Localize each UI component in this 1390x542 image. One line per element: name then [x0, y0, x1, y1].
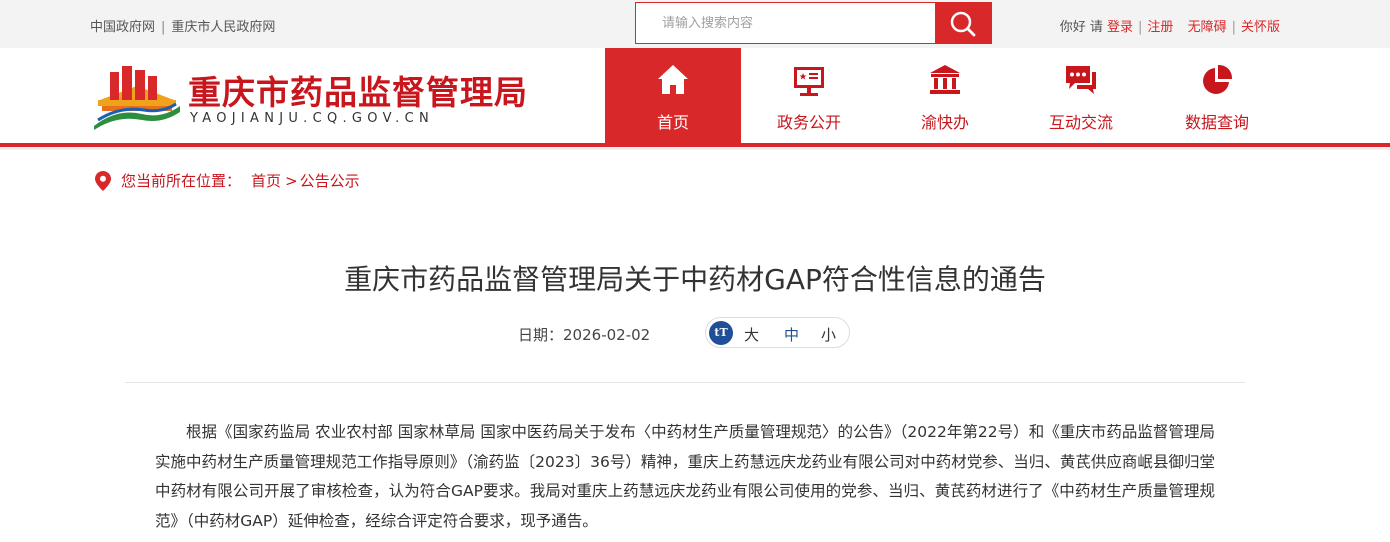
user-links: 你好 请 登录 | 注册 无障碍 | 关怀版 — [1060, 16, 1280, 35]
divider: | — [1138, 20, 1143, 35]
site-domain: YAOJIANJU.CQ.GOV.CN — [190, 111, 434, 126]
nav-item-gov-affairs[interactable]: 政务公开 — [741, 48, 877, 143]
nav-label: 数据查询 — [1184, 113, 1249, 132]
font-size-switcher: tT 大 中 小 — [705, 317, 850, 348]
divider — [1178, 20, 1182, 35]
breadcrumb: 您当前所在位置： 首页 > 公告公示 — [95, 170, 360, 191]
login-link[interactable]: 登录 — [1107, 20, 1133, 35]
top-bar: 中国政府网 | 重庆市人民政府网 你好 请 登录 | 注册 无障碍 | 关怀版 — [0, 0, 1390, 48]
main-nav: 首页 政务公开 渝快办 互动交流 数据查询 — [605, 48, 1285, 143]
accessibility-link[interactable]: 无障碍 — [1188, 20, 1227, 35]
nav-label: 互动交流 — [1048, 113, 1113, 132]
greeting: 你好 — [1059, 20, 1086, 35]
link-chongqing-gov[interactable]: 重庆市人民政府网 — [171, 20, 275, 35]
divider: | — [1231, 20, 1236, 35]
link-separator: | — [161, 20, 166, 35]
search-input[interactable] — [636, 3, 936, 43]
nav-label: 政务公开 — [776, 113, 841, 132]
site-header: 重庆市药品监督管理局 YAOJIANJU.CQ.GOV.CN 首页 政务公开 渝… — [0, 48, 1390, 143]
article-body: 根据《国家药监局 农业农村部 国家林草局 国家中医药局关于发布〈中药材生产质量管… — [155, 423, 1215, 530]
date-label: 日期： — [518, 326, 564, 344]
search-button[interactable] — [935, 3, 991, 43]
register-link[interactable]: 注册 — [1147, 20, 1173, 35]
site-title[interactable]: 重庆市药品监督管理局 — [188, 66, 528, 114]
font-size-large[interactable]: 大 — [744, 324, 759, 345]
pie-chart-icon — [1203, 64, 1233, 94]
monitor-icon — [794, 67, 824, 96]
date-value: 2026-02-02 — [563, 326, 651, 344]
nav-item-interaction[interactable]: 互动交流 — [1013, 48, 1149, 143]
nav-label: 首页 — [656, 113, 689, 132]
font-size-medium[interactable]: 中 — [784, 324, 799, 345]
please-text: 请 — [1089, 20, 1103, 35]
top-links: 中国政府网 | 重庆市人民政府网 — [90, 16, 275, 35]
nav-item-yukuaiban[interactable]: 渝快办 — [877, 48, 1013, 143]
font-size-icon: tT — [709, 321, 733, 345]
breadcrumb-current[interactable]: 公告公示 — [300, 170, 360, 191]
government-building-icon — [930, 65, 960, 94]
nav-item-data-query[interactable]: 数据查询 — [1149, 48, 1285, 143]
emblem-logo-icon[interactable] — [92, 62, 182, 130]
breadcrumb-home[interactable]: 首页 — [251, 170, 281, 191]
link-china-gov[interactable]: 中国政府网 — [90, 20, 155, 35]
breadcrumb-label: 您当前所在位置： — [121, 172, 242, 190]
nav-item-home[interactable]: 首页 — [605, 48, 741, 143]
home-icon — [658, 65, 688, 94]
location-pin-icon — [95, 170, 111, 191]
article-title: 重庆市药品监督管理局关于中药材GAP符合性信息的通告 — [344, 263, 1046, 296]
breadcrumb-separator: > — [285, 171, 298, 190]
article-date: 日期：2026-02-02 — [518, 324, 650, 345]
header-shadow — [0, 147, 1390, 150]
article-divider — [125, 382, 1245, 383]
search-box — [635, 2, 992, 44]
elderly-mode-link[interactable]: 关怀版 — [1241, 20, 1280, 35]
font-size-small[interactable]: 小 — [821, 324, 836, 345]
search-icon — [950, 11, 976, 37]
nav-label: 渝快办 — [920, 113, 969, 132]
chat-icon — [1066, 66, 1096, 94]
